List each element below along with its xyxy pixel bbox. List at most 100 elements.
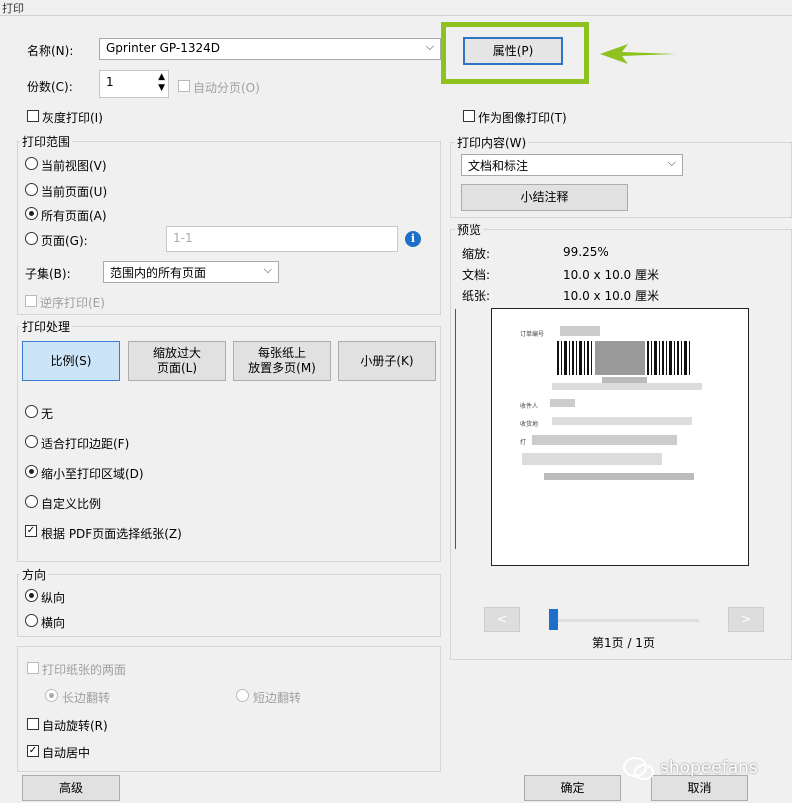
scale-button[interactable]: 比例(S): [22, 341, 120, 381]
radio-long-edge[interactable]: [45, 689, 58, 702]
reverse-label: 逆序打印(E): [40, 296, 105, 310]
content-title: 打印内容(W): [455, 134, 529, 151]
radio-shrink[interactable]: [25, 465, 38, 478]
title-divider: [0, 15, 792, 16]
page-slider-thumb[interactable]: [549, 609, 558, 630]
preview-title: 预览: [455, 221, 484, 238]
multiple-pages-button[interactable]: 每张纸上 放置多页(M): [233, 341, 331, 381]
stepper-arrows-icon[interactable]: ▲ ▼: [158, 72, 165, 94]
pages-input[interactable]: 1-1: [166, 226, 398, 252]
preview-page: 订单编号 收件人 收货地 打: [491, 308, 749, 566]
auto-rotate-checkbox[interactable]: [27, 718, 39, 730]
next-page-button[interactable]: >: [728, 607, 764, 632]
orientation-title: 方向: [20, 566, 49, 583]
auto-center-checkbox[interactable]: ✓: [27, 745, 39, 757]
properties-button[interactable]: 属性(P): [463, 37, 563, 65]
chevron-down-icon: ⌵: [425, 40, 434, 53]
ok-button[interactable]: 确定: [524, 775, 621, 801]
collate-label: 自动分页(O): [193, 81, 260, 95]
doc-value: 10.0 x 10.0 厘米: [563, 268, 659, 282]
blurred-text: [544, 473, 694, 480]
radio-pages-label: 页面(G):: [41, 234, 88, 248]
blurred-text: [550, 399, 575, 407]
copies-value: 1: [106, 75, 114, 89]
printer-select[interactable]: Gprinter GP-1324D ⌵: [99, 38, 441, 60]
radio-landscape[interactable]: [25, 614, 38, 627]
pdf-paper-label: 根据 PDF页面选择纸张(Z): [41, 527, 182, 541]
blurred-text: [560, 326, 600, 336]
radio-custom-scale-label: 自定义比例: [41, 497, 102, 511]
grayscale-checkbox[interactable]: [27, 110, 39, 122]
label-field-recipient: 收件人: [520, 403, 539, 410]
radio-portrait-label: 纵向: [41, 591, 66, 605]
radio-current-page-label: 当前页面(U): [41, 185, 108, 199]
summarize-button[interactable]: 小结注释: [461, 184, 628, 211]
radio-current-page[interactable]: [25, 183, 38, 196]
wechat-icon: [623, 757, 654, 780]
copies-label: 份数(C):: [27, 80, 73, 94]
preview-scroll-line: [455, 309, 456, 549]
advanced-button[interactable]: 高级: [22, 775, 120, 801]
radio-short-edge-label: 短边翻转: [253, 691, 302, 705]
radio-fit-margins[interactable]: [25, 435, 38, 448]
blurred-text: [532, 435, 677, 445]
reverse-checkbox[interactable]: [25, 295, 37, 307]
auto-rotate-label: 自动旋转(R): [42, 719, 108, 733]
both-sides-checkbox[interactable]: [27, 662, 39, 674]
collate-checkbox[interactable]: [178, 80, 190, 92]
paper-label: 纸张:: [462, 289, 491, 303]
zoom-label: 缩放:: [462, 247, 491, 261]
content-select[interactable]: 文档和标注 ⌵: [461, 154, 683, 176]
fit-large-button[interactable]: 缩放过大 页面(L): [128, 341, 226, 381]
copies-stepper[interactable]: 1 ▲ ▼: [99, 70, 169, 98]
blurred-text: [522, 453, 662, 465]
radio-current-view-label: 当前视图(V): [41, 159, 107, 173]
paper-value: 10.0 x 10.0 厘米: [563, 289, 659, 303]
blurred-text: [552, 383, 702, 390]
page-slider-track[interactable]: [556, 619, 699, 622]
as-image-checkbox[interactable]: [463, 110, 475, 122]
info-icon[interactable]: i: [405, 231, 421, 247]
grayscale-label: 灰度打印(I): [42, 111, 103, 125]
radio-all-pages-label: 所有页面(A): [41, 209, 107, 223]
zoom-value: 99.25%: [563, 245, 609, 259]
radio-shrink-label: 缩小至打印区域(D): [41, 467, 144, 481]
as-image-label: 作为图像打印(T): [478, 111, 567, 125]
page-indicator: 第1页 / 1页: [592, 636, 655, 650]
radio-none[interactable]: [25, 405, 38, 418]
radio-current-view[interactable]: [25, 157, 38, 170]
radio-landscape-label: 横向: [41, 616, 66, 630]
printer-select-value: Gprinter GP-1324D: [106, 41, 221, 55]
subset-value: 范围内的所有页面: [110, 266, 207, 280]
pdf-paper-checkbox[interactable]: ✓: [25, 525, 37, 537]
subset-select[interactable]: 范围内的所有页面 ⌵: [103, 261, 279, 283]
radio-fit-margins-label: 适合打印边距(F): [41, 437, 130, 451]
label-field-order: 订单编号: [520, 331, 545, 338]
radio-none-label: 无: [41, 407, 54, 421]
subset-label: 子集(B):: [25, 267, 71, 281]
radio-portrait[interactable]: [25, 589, 38, 602]
radio-all-pages[interactable]: [25, 207, 38, 220]
label-field-print: 打: [520, 439, 527, 446]
print-range-title: 打印范围: [20, 133, 73, 150]
cancel-button[interactable]: 取消: [651, 775, 748, 801]
auto-center-label: 自动居中: [42, 746, 91, 760]
radio-pages[interactable]: [25, 232, 38, 245]
radio-short-edge[interactable]: [236, 689, 249, 702]
label-field-address: 收货地: [520, 421, 539, 428]
blurred-text: [552, 417, 692, 425]
chevron-down-icon: ⌵: [263, 263, 272, 276]
window-title: 打印: [2, 2, 24, 15]
radio-custom-scale[interactable]: [25, 495, 38, 508]
printer-name-label: 名称(N):: [27, 44, 74, 58]
watermark-text: shopeefans: [660, 758, 758, 778]
doc-label: 文档:: [462, 268, 491, 282]
content-select-value: 文档和标注: [468, 159, 529, 173]
chevron-down-icon: ⌵: [667, 156, 676, 169]
prev-page-button[interactable]: <: [484, 607, 520, 632]
orientation-group: [17, 574, 441, 637]
booklet-button[interactable]: 小册子(K): [338, 341, 436, 381]
both-sides-label: 打印纸张的两面: [42, 663, 127, 677]
handling-title: 打印处理: [20, 318, 73, 335]
barcode-image: [557, 341, 690, 375]
